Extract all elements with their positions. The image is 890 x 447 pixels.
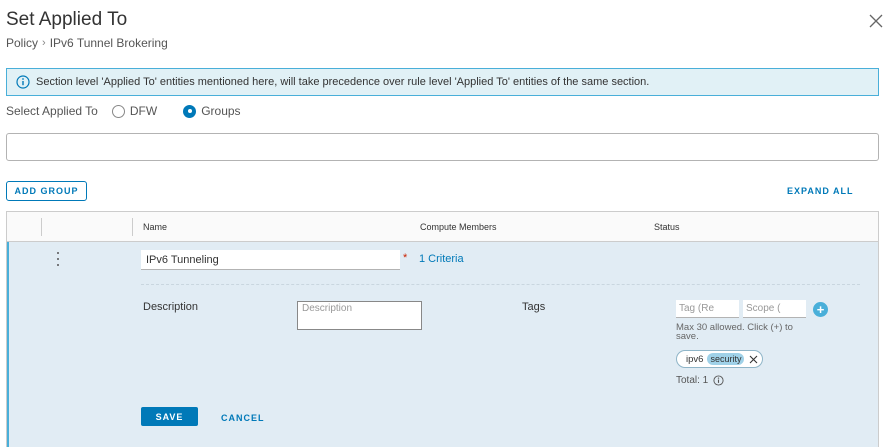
description-textarea[interactable]: Description bbox=[297, 301, 422, 330]
add-group-button[interactable]: ADD GROUP bbox=[6, 181, 87, 201]
tag-input[interactable]: Tag (Re bbox=[676, 300, 739, 318]
radio-dfw[interactable]: DFW bbox=[111, 104, 158, 118]
kebab-menu-icon[interactable] bbox=[54, 252, 62, 266]
cancel-button[interactable]: CANCEL bbox=[221, 413, 265, 423]
remove-tag-icon[interactable] bbox=[749, 355, 758, 364]
applied-to-selector: Select Applied To DFW Groups bbox=[6, 104, 241, 118]
column-divider bbox=[41, 218, 42, 236]
scope-input[interactable]: Scope ( bbox=[743, 300, 806, 318]
grid-header: Name Compute Members Status bbox=[7, 212, 878, 242]
tag-chip-tag: ipv6 bbox=[686, 353, 704, 365]
info-icon bbox=[16, 75, 30, 89]
info-banner-text: Section level 'Applied To' entities ment… bbox=[36, 76, 650, 88]
radio-dfw-label: DFW bbox=[129, 104, 158, 118]
table-row: IPv6 Tunneling * 1 Criteria Description … bbox=[7, 242, 878, 447]
tags-total-label: Total: 1 bbox=[676, 375, 709, 386]
tag-chip-scope: security bbox=[707, 353, 745, 365]
column-header-compute-members[interactable]: Compute Members bbox=[420, 222, 497, 232]
column-header-name[interactable]: Name bbox=[143, 222, 167, 232]
expand-all-button[interactable]: EXPAND ALL bbox=[787, 186, 854, 196]
tag-hint: Max 30 allowed. Click (+) to save. bbox=[676, 322, 793, 342]
dialog-title: Set Applied To bbox=[6, 9, 128, 30]
add-tag-plus-icon[interactable]: + bbox=[813, 302, 828, 317]
radio-groups[interactable]: Groups bbox=[183, 104, 241, 118]
info-banner: Section level 'Applied To' entities ment… bbox=[6, 68, 879, 96]
chevron-right-icon: › bbox=[42, 37, 46, 49]
column-divider bbox=[132, 218, 133, 236]
radio-groups-label: Groups bbox=[201, 104, 241, 118]
description-label: Description bbox=[143, 301, 199, 313]
close-icon[interactable] bbox=[868, 13, 884, 29]
breadcrumb-item-section: IPv6 Tunnel Brokering bbox=[49, 36, 168, 50]
column-header-status[interactable]: Status bbox=[654, 222, 680, 232]
save-button[interactable]: SAVE bbox=[141, 407, 198, 426]
tag-chip: ipv6 security bbox=[676, 350, 764, 368]
info-icon[interactable] bbox=[713, 375, 724, 386]
group-name-input[interactable]: IPv6 Tunneling bbox=[141, 250, 400, 270]
applied-to-label: Select Applied To bbox=[6, 104, 98, 118]
group-search-input[interactable] bbox=[6, 133, 879, 161]
groups-grid: Name Compute Members Status IPv6 Tunneli… bbox=[6, 211, 879, 447]
radio-dfw-circle[interactable] bbox=[111, 104, 125, 118]
tags-total: Total: 1 bbox=[676, 375, 724, 386]
tags-label: Tags bbox=[522, 301, 546, 313]
radio-groups-circle[interactable] bbox=[183, 104, 197, 118]
breadcrumb-item-policy[interactable]: Policy bbox=[6, 36, 38, 50]
breadcrumb: Policy › IPv6 Tunnel Brokering bbox=[6, 36, 168, 50]
criteria-link[interactable]: 1 Criteria bbox=[419, 253, 464, 265]
divider bbox=[141, 284, 860, 285]
required-marker: * bbox=[403, 252, 408, 264]
